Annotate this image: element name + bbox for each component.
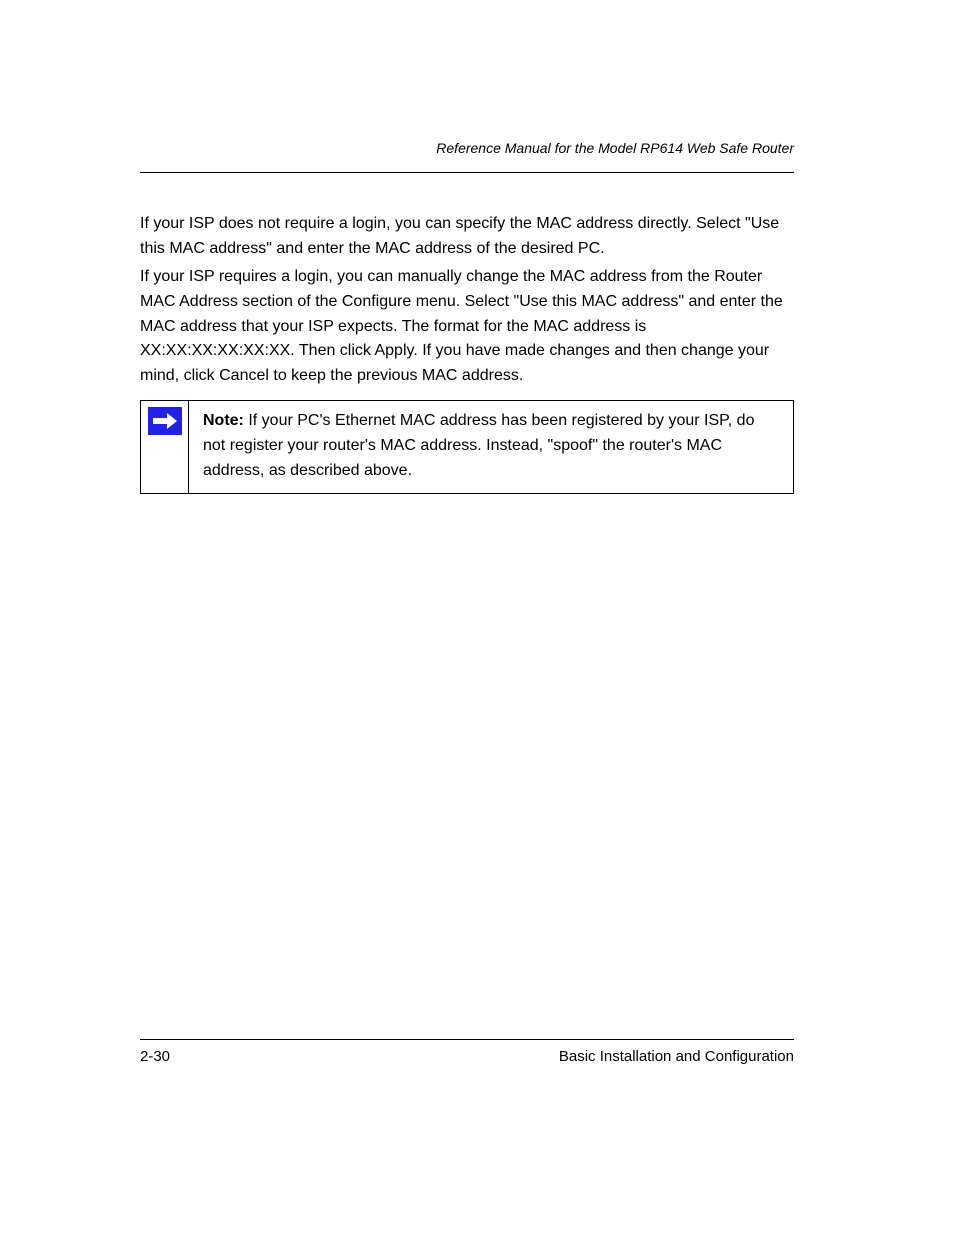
note-body: If your PC's Ethernet MAC address has be… bbox=[203, 412, 754, 479]
arrow-right-icon bbox=[148, 407, 182, 435]
footer-rule bbox=[140, 1039, 794, 1040]
chapter-title: Basic Installation and Configuration bbox=[559, 1048, 794, 1065]
note-icon-cell bbox=[141, 401, 189, 493]
note-label: Note: bbox=[203, 412, 244, 429]
header-rule bbox=[140, 172, 794, 173]
note-text: Note: If your PC's Ethernet MAC address … bbox=[189, 401, 793, 493]
paragraph-mac-with-login: If your ISP requires a login, you can ma… bbox=[140, 265, 794, 389]
note-callout: Note: If your PC's Ethernet MAC address … bbox=[140, 400, 794, 494]
page-number: 2-30 bbox=[140, 1048, 170, 1065]
header-model-line: Reference Manual for the Model RP614 Web… bbox=[140, 140, 794, 156]
paragraph-mac-no-login: If your ISP does not require a login, yo… bbox=[140, 212, 794, 262]
